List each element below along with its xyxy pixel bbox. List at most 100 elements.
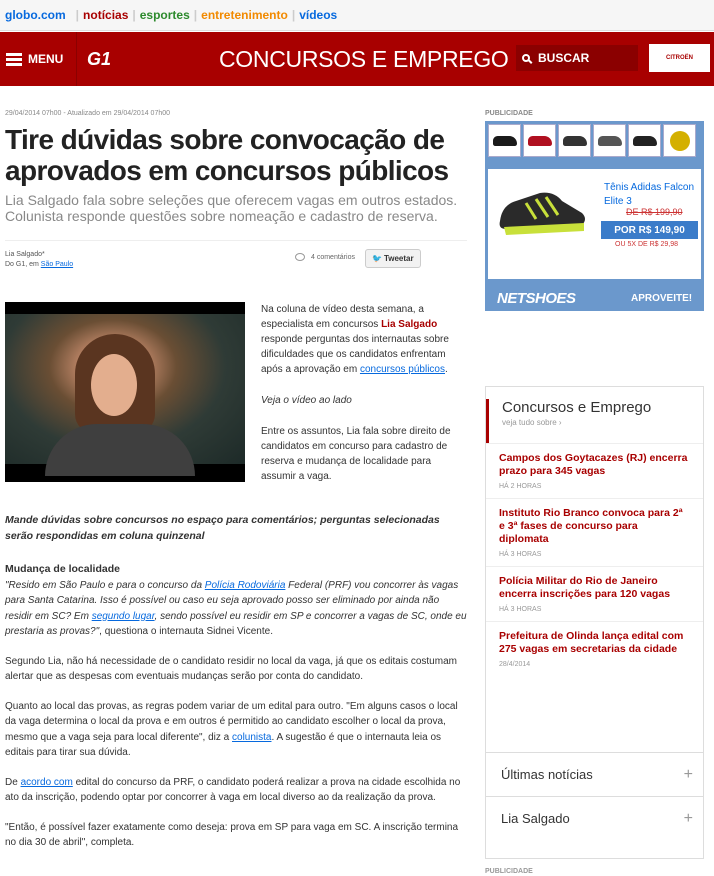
nav-esportes[interactable]: esportes <box>140 8 190 22</box>
news-title[interactable]: Polícia Militar do Rio de Janeiro encerr… <box>499 575 690 601</box>
header-ad-citroen[interactable]: CITROËN <box>649 44 710 72</box>
box-title[interactable]: Concursos e Emprego <box>502 399 703 416</box>
news-title[interactable]: Campos dos Goytacazes (RJ) encerra prazo… <box>499 452 690 478</box>
divider: | <box>132 8 136 22</box>
sidebar: PUBLICIDADE Tênis Adidas Falcon Elite 3 … <box>485 110 704 875</box>
author-link[interactable]: Lia Salgado <box>381 319 437 330</box>
shoe-image <box>499 192 585 235</box>
video-person-shirt <box>45 424 195 476</box>
ad-thumb[interactable] <box>628 124 661 157</box>
video-frame <box>5 314 245 476</box>
divider: | <box>75 8 80 22</box>
netshoes-logo: NETSHOES <box>497 290 576 307</box>
article-date: 29/04/2014 07h00 - Atualizado em 29/04/2… <box>5 110 171 117</box>
subheading-mudanca: Mudança de localidade <box>5 563 120 575</box>
text: De <box>5 776 21 788</box>
ad-cta[interactable]: APROVEITE! <box>631 293 692 304</box>
twitter-icon: 🐦 <box>372 254 382 263</box>
globo-topbar: globo.com | notícias | esportes | entret… <box>0 0 714 31</box>
video-side-text: Na coluna de vídeo desta semana, a espec… <box>261 302 467 500</box>
segundo-lugar-link[interactable]: segundo lugar <box>92 611 155 622</box>
globo-logo[interactable]: globo.com <box>5 8 66 22</box>
nav-noticias[interactable]: notícias <box>83 8 128 22</box>
source-city-link[interactable]: São Paulo <box>41 261 73 268</box>
publicidade-label-2: PUBLICIDADE <box>485 868 533 875</box>
plus-icon: + <box>683 809 693 827</box>
comments-link[interactable]: 4 comentários <box>295 253 355 261</box>
divider: | <box>291 8 296 22</box>
video-player[interactable] <box>5 302 245 482</box>
ad-thumb[interactable] <box>593 124 626 157</box>
news-title[interactable]: Instituto Rio Branco convoca para 2ª e 3… <box>499 507 690 546</box>
comment-icon <box>295 253 305 261</box>
article-subtitle: Lia Salgado fala sobre seleções que ofer… <box>5 192 458 224</box>
video-paragraph-1: Na coluna de vídeo desta semana, a espec… <box>261 302 467 377</box>
concursos-publicos-link[interactable]: concursos públicos <box>360 364 445 375</box>
ad-product-name: Tênis Adidas Falcon Elite 3 <box>604 182 695 207</box>
ad-product-panel: Tênis Adidas Falcon Elite 3 DE R$ 199,90… <box>488 169 701 279</box>
news-time: HÁ 3 HORAS <box>499 551 542 558</box>
ad-price[interactable]: POR R$ 149,90 <box>601 221 698 239</box>
byline: Lia Salgado* Do G1, em São Paulo 4 comen… <box>5 240 467 268</box>
text: . <box>445 364 448 375</box>
accordion-ultimas-noticias[interactable]: Últimas notícias + <box>486 752 703 796</box>
ad-thumb[interactable] <box>663 124 696 157</box>
news-item[interactable]: Polícia Militar do Rio de Janeiro encerr… <box>486 566 703 613</box>
tweet-button[interactable]: 🐦 Tweetar <box>365 249 421 268</box>
ad-thumb[interactable] <box>523 124 556 157</box>
accordion-label: Últimas notícias <box>501 767 593 782</box>
menu-label: MENU <box>28 52 64 66</box>
menu-button[interactable]: MENU <box>6 52 66 66</box>
policia-rodoviaria-link[interactable]: Polícia Rodoviária <box>205 580 286 591</box>
accordion-label: Lia Salgado <box>501 811 570 826</box>
question-paragraph: "Resido em São Paulo e para o concurso d… <box>5 578 467 640</box>
ad-thumb[interactable] <box>558 124 591 157</box>
news-time: HÁ 3 HORAS <box>499 606 542 613</box>
text: "Resido em São Paulo e para o concurso d… <box>5 579 205 591</box>
nav-videos[interactable]: vídeos <box>299 8 337 22</box>
news-title[interactable]: Prefeitura de Olinda lança edital com 27… <box>499 630 690 656</box>
news-item[interactable]: Campos dos Goytacazes (RJ) encerra prazo… <box>486 443 703 490</box>
search-button[interactable]: BUSCAR <box>516 45 638 71</box>
box-header: Concursos e Emprego veja tudo sobre › <box>486 399 703 443</box>
ad-thumb[interactable] <box>488 124 521 157</box>
publicidade-label: PUBLICIDADE <box>485 110 533 117</box>
hamburger-icon <box>6 52 22 66</box>
comments-count: 4 comentários <box>311 253 355 261</box>
body-paragraph-4: "Então, é possível fazer exatamente como… <box>5 821 459 849</box>
ad-installments: OU 5X DE R$ 29,98 <box>615 241 679 248</box>
colunista-link[interactable]: colunista <box>232 732 271 743</box>
ad-old-price: DE R$ 199,90 <box>626 207 683 217</box>
body-paragraph-2: Quanto ao local das provas, as regras po… <box>5 699 467 761</box>
header-ad-text: CITROËN <box>666 55 693 61</box>
video-paragraph-3: Entre os assuntos, Lia fala sobre direit… <box>261 426 451 482</box>
plus-icon: + <box>683 765 693 783</box>
nav-entretenimento[interactable]: entretenimento <box>201 8 288 22</box>
netshoes-ad[interactable]: Tênis Adidas Falcon Elite 3 DE R$ 199,90… <box>485 121 704 311</box>
search-icon <box>522 54 530 62</box>
callout: Mande dúvidas sobre concursos no espaço … <box>5 514 440 542</box>
body-paragraph-3: De acordo com edital do concurso da PRF,… <box>5 775 467 806</box>
g1-header: MENU G1 CONCURSOS E EMPREGO BUSCAR CITRO… <box>0 32 714 86</box>
ad-thumbnails <box>488 124 696 157</box>
video-paragraph-2: Veja o vídeo ao lado <box>261 395 352 406</box>
news-time: HÁ 2 HORAS <box>499 483 542 490</box>
section-title[interactable]: CONCURSOS E EMPREGO <box>219 46 509 73</box>
divider <box>76 32 77 86</box>
news-item[interactable]: Instituto Rio Branco convoca para 2ª e 3… <box>486 498 703 558</box>
concursos-box: Concursos e Emprego veja tudo sobre › Ca… <box>485 386 704 859</box>
article: 29/04/2014 07h00 - Atualizado em 29/04/2… <box>5 110 467 848</box>
text: edital do concurso da PRF, o candidato p… <box>5 776 461 804</box>
box-more-link[interactable]: veja tudo sobre › <box>502 418 703 427</box>
body-paragraph-1: Segundo Lia, não há necessidade de o can… <box>5 655 457 683</box>
tweet-label: Tweetar <box>383 254 414 263</box>
source-prefix: Do G1, em <box>5 261 41 268</box>
news-item[interactable]: Prefeitura de Olinda lança edital com 27… <box>486 621 703 668</box>
g1-logo[interactable]: G1 <box>87 49 123 70</box>
news-time: 28/4/2014 <box>499 661 531 668</box>
acordo-com-link[interactable]: acordo com <box>21 777 73 788</box>
article-body: Mande dúvidas sobre concursos no espaço … <box>5 513 467 865</box>
divider: | <box>193 8 198 22</box>
accordion-lia-salgado[interactable]: Lia Salgado + <box>486 796 703 840</box>
video-person-face <box>91 354 137 416</box>
